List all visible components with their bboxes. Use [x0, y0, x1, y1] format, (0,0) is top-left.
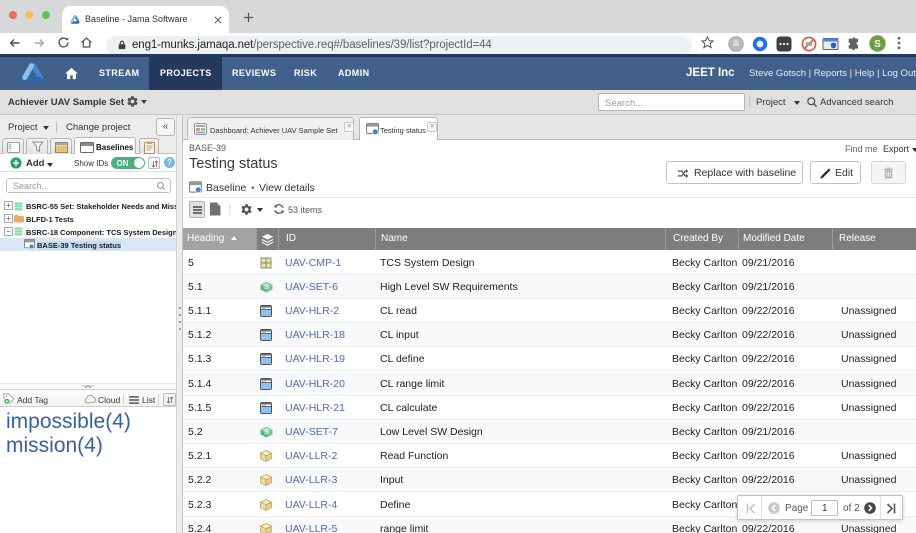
- svg-text:S: S: [874, 39, 881, 50]
- svg-text:S: S: [264, 427, 269, 436]
- svg-text:S: S: [264, 282, 269, 291]
